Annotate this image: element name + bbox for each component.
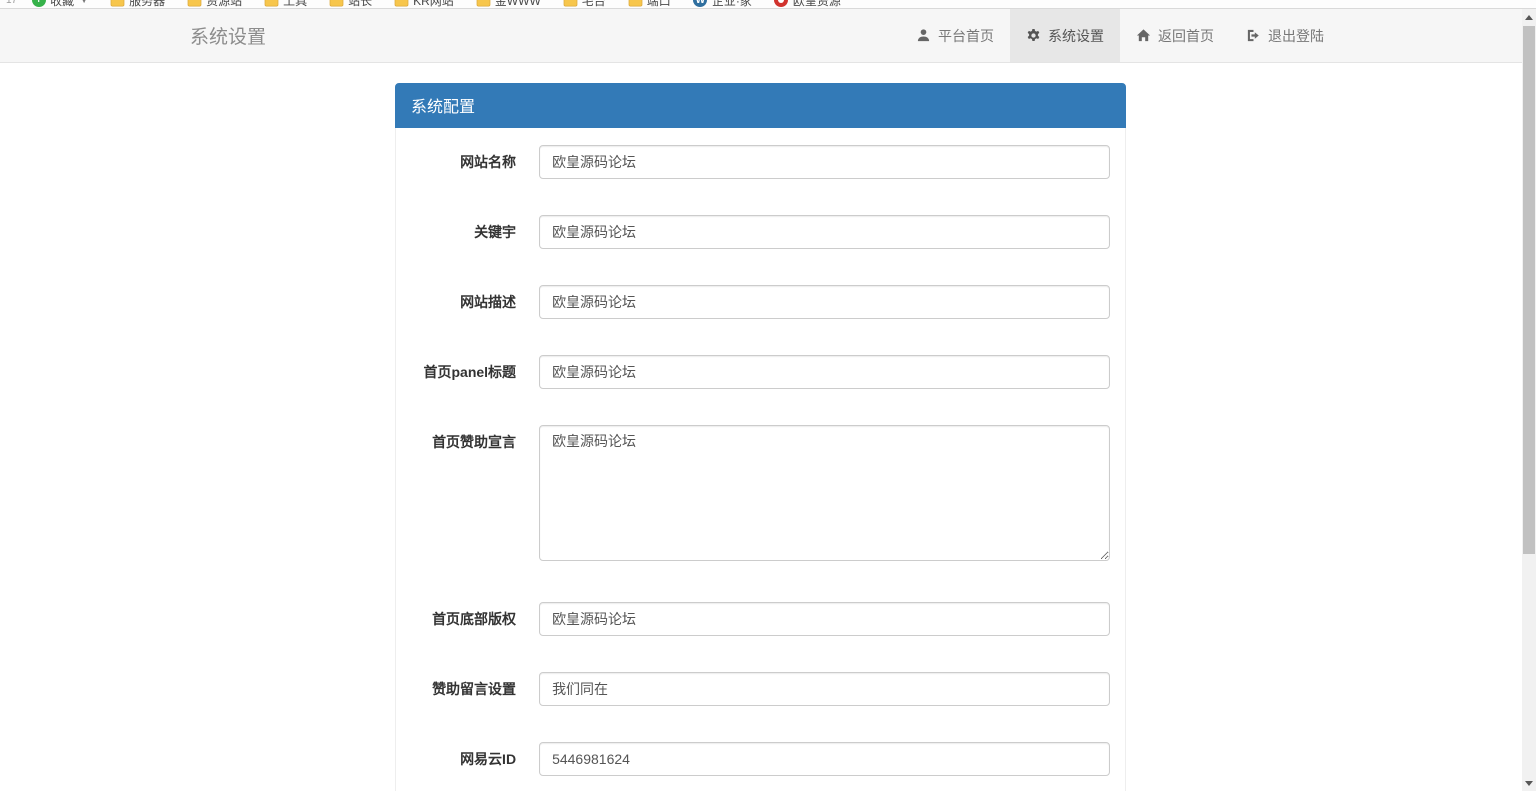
- field-input-col: [539, 425, 1110, 566]
- folder-icon: [476, 0, 491, 8]
- folder-icon: [563, 0, 578, 8]
- folder-icon: [628, 0, 643, 8]
- field-input-col: [539, 145, 1110, 179]
- form-row-sponsor_slogan: 首页赞助宣言: [411, 425, 1110, 566]
- field-footer_copyright[interactable]: [539, 602, 1110, 636]
- bookmark-label: 端口: [647, 0, 671, 9]
- red-site-icon: [774, 0, 789, 8]
- gear-icon: [1026, 28, 1041, 43]
- bookmark-label: 资源站: [206, 0, 242, 9]
- folder-icon: [110, 0, 125, 8]
- bookmark-ouhuang[interactable]: 欧皇资源: [774, 0, 841, 9]
- field-input-col: [539, 672, 1110, 706]
- bookmark-kr-site[interactable]: KR网站: [394, 0, 454, 9]
- bookmark-label: 收藏: [50, 0, 74, 9]
- field-input-col: [539, 602, 1110, 636]
- bookmark-favorites[interactable]: + 收藏 ▼: [31, 0, 88, 9]
- field-label-panel_title: 首页panel标题: [411, 355, 516, 382]
- scrollbar-thumb[interactable]: [1523, 26, 1535, 554]
- nav-label: 退出登陆: [1268, 26, 1324, 46]
- panel-body: 网站名称关键宇网站描述首页panel标题首页赞助宣言首页底部版权赞助留言设置网易…: [395, 128, 1126, 791]
- bookmarks-edge-text: 17: [6, 0, 17, 6]
- field-site_desc[interactable]: [539, 285, 1110, 319]
- caret-down-icon: ▼: [80, 0, 88, 5]
- field-panel_title[interactable]: [539, 355, 1110, 389]
- bookmark-label: 欧皇资源: [793, 0, 841, 9]
- bookmark-label: KR网站: [413, 0, 454, 9]
- bookmark-webmaster[interactable]: 站长: [329, 0, 372, 9]
- bookmark-label: 宅台: [582, 0, 606, 9]
- home-icon: [1136, 28, 1151, 43]
- nav-platform-home[interactable]: 平台首页: [900, 9, 1010, 62]
- down-arrow-icon: [1525, 781, 1533, 786]
- bookmark-zhai-tai[interactable]: 宅台: [563, 0, 606, 9]
- bookmark-jin-www[interactable]: 金WWW: [476, 0, 541, 9]
- bookmark-label: 服务器: [129, 0, 165, 9]
- folder-icon: [329, 0, 344, 8]
- nav-back-home[interactable]: 返回首页: [1120, 9, 1230, 62]
- bookmark-tools[interactable]: 工具: [264, 0, 307, 9]
- field-input-col: [539, 285, 1110, 319]
- field-label-netease_id: 网易云ID: [411, 742, 516, 769]
- field-sponsor_slogan[interactable]: [539, 425, 1110, 561]
- form-row-sponsor_message: 赞助留言设置: [411, 672, 1110, 706]
- field-input-col: [539, 742, 1110, 776]
- bookmarks-strip: 17 + 收藏 ▼ 服务器 资源站 工具 站长 KR网站 金WWW 宅台 端口 W 企业·家 欧皇资源: [0, 0, 1536, 9]
- field-label-site_desc: 网站描述: [411, 285, 516, 312]
- form-row-footer_copyright: 首页底部版权: [411, 602, 1110, 636]
- folder-icon: [394, 0, 409, 8]
- form-row-netease_id: 网易云ID: [411, 742, 1110, 776]
- field-label-footer_copyright: 首页底部版权: [411, 602, 516, 629]
- main-content: 系统配置 网站名称关键宇网站描述首页panel标题首页赞助宣言首页底部版权赞助留…: [0, 63, 1536, 791]
- bookmark-label: 工具: [283, 0, 307, 9]
- field-sponsor_message[interactable]: [539, 672, 1110, 706]
- form-row-panel_title: 首页panel标题: [411, 355, 1110, 389]
- field-site_name[interactable]: [539, 145, 1110, 179]
- user-icon: [916, 28, 931, 43]
- wordpress-icon: W: [693, 0, 708, 8]
- add-bookmark-icon: +: [31, 0, 46, 8]
- form-row-site_desc: 网站描述: [411, 285, 1110, 319]
- bookmark-label: 金WWW: [495, 0, 541, 9]
- bookmark-label: 企业·家: [712, 0, 752, 9]
- bookmark-label: 站长: [348, 0, 372, 9]
- folder-icon: [187, 0, 202, 8]
- page-title: 系统设置: [190, 22, 266, 49]
- vertical-scrollbar[interactable]: [1522, 9, 1536, 791]
- bookmark-duankou[interactable]: 端口: [628, 0, 671, 9]
- system-config-panel: 系统配置 网站名称关键宇网站描述首页panel标题首页赞助宣言首页底部版权赞助留…: [395, 83, 1126, 791]
- panel-heading: 系统配置: [395, 83, 1126, 128]
- nav-label: 系统设置: [1048, 26, 1104, 46]
- nav-system-settings[interactable]: 系统设置: [1010, 9, 1120, 62]
- field-input-col: [539, 355, 1110, 389]
- up-arrow-icon: [1525, 15, 1533, 20]
- folder-icon: [264, 0, 279, 8]
- header-nav: 平台首页 系统设置 返回首页 退出登陆: [900, 9, 1340, 62]
- field-label-sponsor_slogan: 首页赞助宣言: [411, 425, 516, 452]
- field-label-site_name: 网站名称: [411, 145, 516, 172]
- field-keywords[interactable]: [539, 215, 1110, 249]
- top-navbar: 系统设置 平台首页 系统设置 返回首页 退出登陆: [0, 9, 1536, 63]
- nav-logout[interactable]: 退出登陆: [1230, 9, 1340, 62]
- scrollbar-up-button[interactable]: [1522, 9, 1536, 25]
- bookmark-resources[interactable]: 资源站: [187, 0, 242, 9]
- field-input-col: [539, 215, 1110, 249]
- scrollbar-down-button[interactable]: [1522, 775, 1536, 791]
- nav-label: 返回首页: [1158, 26, 1214, 46]
- bookmark-servers[interactable]: 服务器: [110, 0, 165, 9]
- form-row-site_name: 网站名称: [411, 145, 1110, 179]
- field-label-keywords: 关键宇: [411, 215, 516, 242]
- nav-label: 平台首页: [938, 26, 994, 46]
- browser-bookmarks-bar: 17 + 收藏 ▼ 服务器 资源站 工具 站长 KR网站 金WWW 宅台 端口 W 企业·家 欧皇资源: [0, 0, 1536, 9]
- field-netease_id[interactable]: [539, 742, 1110, 776]
- signout-icon: [1246, 28, 1261, 43]
- bookmark-qiye[interactable]: W 企业·家: [693, 0, 752, 9]
- form-row-keywords: 关键宇: [411, 215, 1110, 249]
- field-label-sponsor_message: 赞助留言设置: [411, 672, 516, 699]
